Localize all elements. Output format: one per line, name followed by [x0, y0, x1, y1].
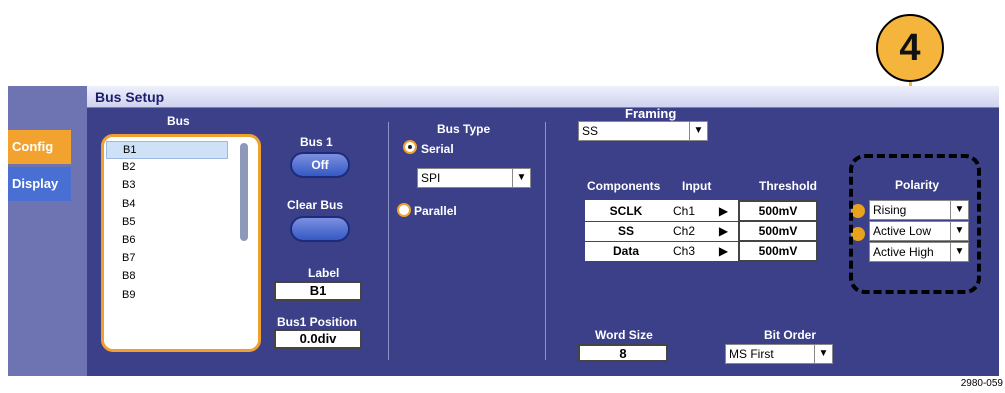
table-row: Data Ch3 ▶ 500mV [585, 240, 818, 262]
bit-order-header: Bit Order [764, 328, 817, 342]
component-name: SS [585, 221, 667, 242]
bus-item-b6[interactable]: B6 [106, 232, 258, 250]
bus-list-scrollbar[interactable] [240, 143, 248, 241]
polarity-value: Active Low [873, 224, 932, 238]
config-panel: Bus B1 B2 B3 B4 B5 B6 B7 B8 B9 Bus 1 Off… [87, 106, 999, 376]
play-icon[interactable]: ▶ [709, 241, 739, 262]
play-icon[interactable]: ▶ [709, 221, 739, 242]
table-row: SS Ch2 ▶ 500mV [585, 220, 818, 242]
polarity-value: Rising [873, 203, 907, 217]
label-header: Label [308, 266, 340, 280]
bus-item-b2[interactable]: B2 [106, 159, 258, 177]
polarity-value: Active High [873, 245, 934, 259]
bus1-toggle-button[interactable]: Off [290, 152, 350, 178]
bus-list[interactable]: B1 B2 B3 B4 B5 B6 B7 B8 B9 [101, 134, 261, 352]
position-input[interactable]: 0.0div [274, 329, 362, 349]
bus-item-b7[interactable]: B7 [106, 250, 258, 268]
input-header: Input [682, 179, 712, 193]
bus-item-b4[interactable]: B4 [106, 196, 258, 214]
component-input[interactable]: Ch1 [667, 201, 709, 222]
framing-value: SS [582, 124, 599, 138]
bus-type-header: Bus Type [437, 122, 491, 136]
tab-display[interactable]: Display [8, 167, 71, 201]
word-size-header: Word Size [595, 328, 653, 342]
parallel-radio[interactable] [397, 203, 411, 217]
polarity-dropdown-data[interactable]: Active High ▼ [869, 242, 969, 262]
separator [545, 122, 546, 360]
serial-label: Serial [421, 142, 454, 156]
component-input[interactable]: Ch2 [667, 221, 709, 242]
bus-header: Bus [167, 114, 190, 128]
step-number: 4 [899, 26, 921, 69]
protocol-dropdown[interactable]: SPI ▼ [417, 168, 531, 188]
table-row: SCLK Ch1 ▶ 500mV [585, 200, 818, 222]
serial-radio[interactable] [403, 140, 417, 154]
bus-item-b5[interactable]: B5 [106, 214, 258, 232]
component-name: Data [585, 241, 667, 262]
polarity-dropdown-ss[interactable]: Active Low ▼ [869, 221, 969, 241]
clear-bus-button[interactable] [290, 216, 350, 242]
polarity-header: Polarity [895, 178, 940, 192]
bus-setup-window: Config Display Bus Setup Bus B1 B2 B3 B4… [8, 86, 999, 376]
bus-item-b3[interactable]: B3 [106, 177, 258, 195]
tab-config-label: Config [12, 139, 54, 154]
window-title: Bus Setup [87, 86, 999, 108]
chevron-down-icon: ▼ [950, 242, 968, 262]
bus-item-b1[interactable]: B1 [106, 141, 228, 160]
word-size-input[interactable]: 8 [578, 344, 668, 362]
tab-display-label: Display [12, 176, 59, 191]
threshold-field[interactable]: 500mV [738, 240, 818, 262]
step-callout: 4 [876, 14, 944, 82]
polarity-dropdown-sclk[interactable]: Rising ▼ [869, 200, 969, 220]
threshold-header: Threshold [759, 179, 818, 193]
chevron-down-icon: ▼ [950, 200, 968, 220]
component-name: SCLK [585, 201, 667, 222]
framing-header: Framing [625, 106, 677, 121]
parallel-label: Parallel [414, 204, 457, 218]
framing-dropdown[interactable]: SS ▼ [578, 121, 708, 141]
threshold-field[interactable]: 500mV [738, 220, 818, 242]
bus-item-b8[interactable]: B8 [106, 268, 258, 286]
chevron-down-icon: ▼ [689, 121, 707, 141]
threshold-field[interactable]: 500mV [738, 200, 818, 222]
chevron-down-icon: ▼ [512, 168, 530, 188]
clear-bus-label: Clear Bus [287, 198, 344, 212]
label-input[interactable]: B1 [274, 281, 362, 301]
bus-item-b9[interactable]: B9 [106, 287, 258, 305]
bit-order-dropdown[interactable]: MS First ▼ [725, 344, 833, 364]
protocol-value: SPI [421, 171, 441, 185]
components-table: SCLK Ch1 ▶ 500mV SS Ch2 ▶ 500mV Data Ch3… [585, 200, 818, 262]
chevron-down-icon: ▼ [950, 221, 968, 241]
bit-order-value: MS First [729, 347, 774, 361]
figure-number: 2980-059 [960, 378, 1003, 389]
position-header: Bus1 Position [277, 315, 358, 329]
play-icon[interactable]: ▶ [709, 201, 739, 222]
bus1-header: Bus 1 [300, 135, 333, 149]
separator [388, 122, 389, 360]
chevron-down-icon: ▼ [814, 344, 832, 364]
tab-config[interactable]: Config [8, 130, 71, 164]
component-input[interactable]: Ch3 [667, 241, 709, 262]
components-header: Components [587, 179, 661, 193]
